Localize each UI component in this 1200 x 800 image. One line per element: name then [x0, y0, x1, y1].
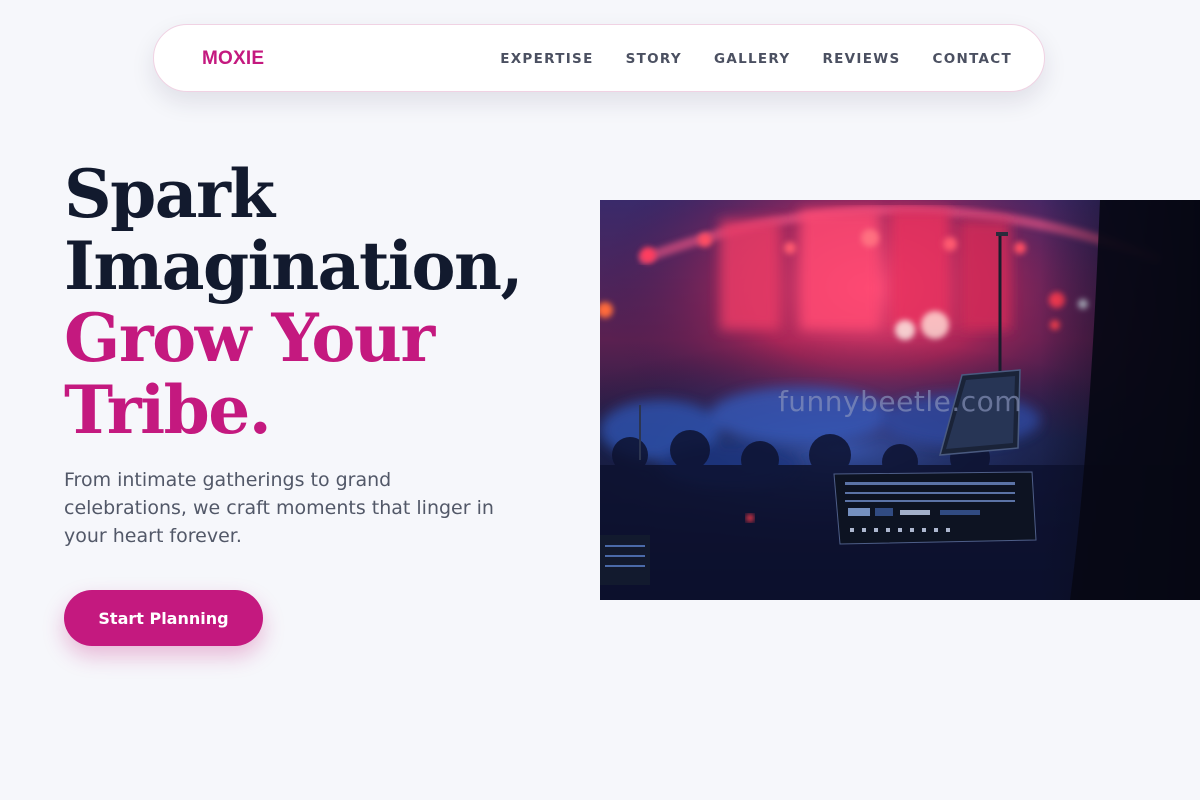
nav-item-gallery[interactable]: GALLERY — [714, 51, 791, 67]
hero-title-line-1: Spark — [64, 155, 275, 233]
nav-item-story[interactable]: STORY — [626, 51, 682, 67]
top-navbar: MOXIE EXPERTISE STORY GALLERY REVIEWS CO… — [153, 24, 1045, 92]
nav-links: EXPERTISE STORY GALLERY REVIEWS CONTACT — [468, 51, 1012, 67]
hero-title-line-4: Tribe. — [64, 371, 272, 449]
hero-subtitle: From intimate gatherings to grand celebr… — [64, 469, 494, 547]
hero-title-line-2: Imagination, — [64, 227, 524, 305]
nav-item-contact[interactable]: CONTACT — [932, 51, 1012, 67]
nav-item-reviews[interactable]: REVIEWS — [822, 51, 900, 67]
start-planning-button[interactable]: Start Planning — [64, 590, 263, 646]
hero-title-line-3: Grow Your — [64, 299, 435, 377]
nav-item-expertise[interactable]: EXPERTISE — [500, 51, 593, 67]
image-watermark: funnybeetle.com — [777, 385, 1023, 418]
hero-image: funnybeetle.com — [600, 200, 1200, 600]
hero-title: Spark Imagination, Grow Your Tribe. — [64, 155, 524, 449]
brand-logo[interactable]: MOXIE — [202, 48, 264, 70]
